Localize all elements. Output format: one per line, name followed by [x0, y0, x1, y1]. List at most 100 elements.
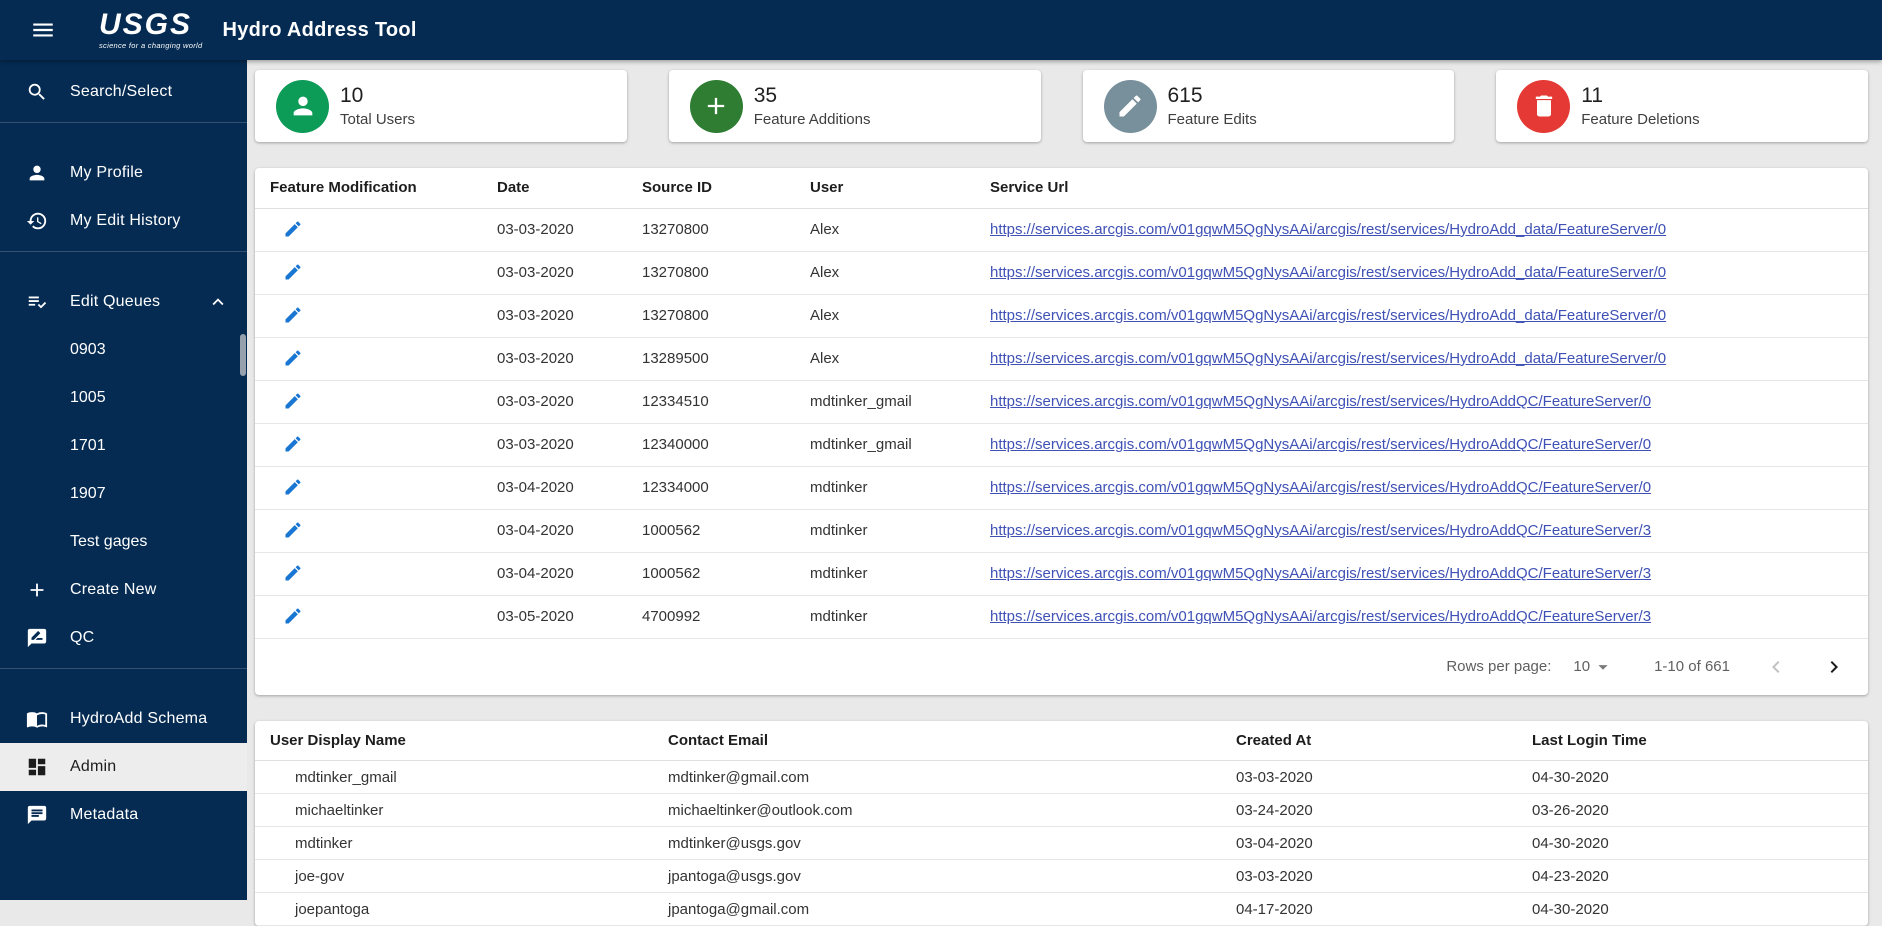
cell-source-id: 12334510: [627, 380, 795, 423]
book-icon: [26, 708, 48, 730]
sidebar-item-label: QC: [70, 629, 94, 647]
cell-user: Alex: [795, 251, 975, 294]
edits-table-card: Feature Modification Date Source ID User…: [255, 168, 1868, 695]
sidebar-item-edit-queues[interactable]: Edit Queues: [0, 278, 247, 326]
app-header: USGS science for a changing world Hydro …: [0, 0, 1882, 60]
plus-icon: [690, 80, 743, 133]
sidebar-item-metadata[interactable]: Metadata: [0, 791, 247, 839]
cell-user: mdtinker: [795, 552, 975, 595]
service-url-link[interactable]: https://services.arcgis.com/v01gqwM5QgNy…: [990, 565, 1651, 582]
table-row: 03-04-2020 12334000 mdtinker https://ser…: [255, 466, 1868, 509]
cell-last-login: 04-23-2020: [1517, 860, 1868, 893]
cell-last-login: 04-30-2020: [1517, 827, 1868, 860]
dashboard-icon: [26, 756, 48, 778]
sidebar-queue-0903[interactable]: 0903: [0, 326, 247, 374]
sidebar-scrollbar-thumb[interactable]: [240, 334, 246, 376]
cell-user: mdtinker: [795, 466, 975, 509]
sidebar-item-label: My Edit History: [70, 212, 181, 230]
col-service-url: Service Url: [975, 168, 1868, 208]
cell-last-login: 03-26-2020: [1517, 794, 1868, 827]
cell-created: 04-17-2020: [1221, 893, 1517, 926]
stats-row: 10 Total Users 35 Feature Additions 615 …: [255, 70, 1868, 142]
service-url-link[interactable]: https://services.arcgis.com/v01gqwM5QgNy…: [990, 522, 1651, 539]
cell-date: 03-05-2020: [482, 595, 627, 638]
sidebar-item-qc[interactable]: QC: [0, 614, 247, 662]
service-url-link[interactable]: https://services.arcgis.com/v01gqwM5QgNy…: [990, 608, 1651, 625]
cell-source-id: 13270800: [627, 208, 795, 251]
cell-date: 03-03-2020: [482, 251, 627, 294]
next-page-button[interactable]: [1822, 655, 1846, 679]
stat-card-total-users: 10 Total Users: [255, 70, 627, 142]
edit-pencil-icon[interactable]: [283, 606, 305, 628]
edit-pencil-icon[interactable]: [283, 219, 305, 241]
cell-display-name: mdtinker_gmail: [255, 761, 653, 794]
service-url-link[interactable]: https://services.arcgis.com/v01gqwM5QgNy…: [990, 350, 1666, 367]
cell-display-name: mdtinker: [255, 827, 653, 860]
cell-source-id: 12334000: [627, 466, 795, 509]
cell-user: Alex: [795, 337, 975, 380]
stat-card-feature-deletions: 11 Feature Deletions: [1496, 70, 1868, 142]
edit-pencil-icon[interactable]: [283, 262, 305, 284]
sidebar-item-my-edit-history[interactable]: My Edit History: [0, 197, 247, 245]
sidebar-item-create-new[interactable]: Create New: [0, 566, 247, 614]
edit-pencil-icon[interactable]: [283, 391, 305, 413]
service-url-link[interactable]: https://services.arcgis.com/v01gqwM5QgNy…: [990, 264, 1666, 281]
stat-value: 35: [754, 84, 871, 108]
cell-display-name: joepantoga: [255, 893, 653, 926]
cell-source-id: 1000562: [627, 552, 795, 595]
sidebar-item-admin[interactable]: Admin: [0, 743, 247, 791]
sidebar-item-hydroadd-schema[interactable]: HydroAdd Schema: [0, 695, 247, 743]
users-table-header-row: User Display Name Contact Email Created …: [255, 721, 1868, 761]
table-row: 03-03-2020 12334510 mdtinker_gmail https…: [255, 380, 1868, 423]
prev-page-button[interactable]: [1764, 655, 1788, 679]
pagination-bar: Rows per page: 10 1-10 of 661: [255, 639, 1868, 695]
cell-created: 03-24-2020: [1221, 794, 1517, 827]
service-url-link[interactable]: https://services.arcgis.com/v01gqwM5QgNy…: [990, 307, 1666, 324]
col-source-id: Source ID: [627, 168, 795, 208]
sidebar-queue-1005[interactable]: 1005: [0, 374, 247, 422]
sidebar-queue-1907[interactable]: 1907: [0, 470, 247, 518]
edit-pencil-icon[interactable]: [283, 348, 305, 370]
cell-display-name: michaeltinker: [255, 794, 653, 827]
sidebar-item-label: Metadata: [70, 806, 138, 824]
hamburger-menu-button[interactable]: [25, 12, 61, 48]
sidebar-item-my-profile[interactable]: My Profile: [0, 149, 247, 197]
playlist-check-icon: [26, 291, 48, 313]
service-url-link[interactable]: https://services.arcgis.com/v01gqwM5QgNy…: [990, 436, 1651, 453]
table-row: 03-03-2020 12340000 mdtinker_gmail https…: [255, 423, 1868, 466]
cell-date: 03-03-2020: [482, 294, 627, 337]
table-row: 03-04-2020 1000562 mdtinker https://serv…: [255, 552, 1868, 595]
cell-user: mdtinker: [795, 509, 975, 552]
chevron-up-icon[interactable]: [207, 291, 229, 313]
usgs-logo-text: USGS: [99, 10, 202, 40]
table-row: 03-03-2020 13289500 Alex https://service…: [255, 337, 1868, 380]
dropdown-arrow-icon: [1590, 656, 1614, 678]
cell-last-login: 04-30-2020: [1517, 893, 1868, 926]
sidebar-divider: [0, 122, 247, 123]
stat-card-feature-edits: 615 Feature Edits: [1083, 70, 1455, 142]
cell-created: 03-04-2020: [1221, 827, 1517, 860]
sidebar-queue-1701[interactable]: 1701: [0, 422, 247, 470]
table-row: michaeltinker michaeltinker@outlook.com …: [255, 794, 1868, 827]
edit-pencil-icon[interactable]: [283, 563, 305, 585]
edit-pencil-icon[interactable]: [283, 434, 305, 456]
person-icon: [276, 80, 329, 133]
edit-pencil-icon[interactable]: [283, 305, 305, 327]
rows-per-page-label: Rows per page:: [1446, 658, 1551, 675]
service-url-link[interactable]: https://services.arcgis.com/v01gqwM5QgNy…: [990, 479, 1651, 496]
table-row: joepantoga jpantoga@gmail.com 04-17-2020…: [255, 893, 1868, 926]
edits-table: Feature Modification Date Source ID User…: [255, 168, 1868, 639]
sidebar-item-search-select[interactable]: Search/Select: [0, 68, 247, 116]
service-url-link[interactable]: https://services.arcgis.com/v01gqwM5QgNy…: [990, 221, 1666, 238]
cell-last-login: 04-30-2020: [1517, 761, 1868, 794]
col-user-display-name: User Display Name: [255, 721, 653, 761]
service-url-link[interactable]: https://services.arcgis.com/v01gqwM5QgNy…: [990, 393, 1651, 410]
stat-label: Feature Edits: [1168, 111, 1257, 128]
rows-per-page-select[interactable]: 10: [1573, 656, 1614, 678]
chevron-right-icon: [1822, 655, 1846, 679]
edit-pencil-icon[interactable]: [283, 477, 305, 499]
users-table-card: User Display Name Contact Email Created …: [255, 721, 1868, 926]
sidebar-queue-test-gages[interactable]: Test gages: [0, 518, 247, 566]
edit-pencil-icon[interactable]: [283, 520, 305, 542]
table-row: 03-03-2020 13270800 Alex https://service…: [255, 251, 1868, 294]
